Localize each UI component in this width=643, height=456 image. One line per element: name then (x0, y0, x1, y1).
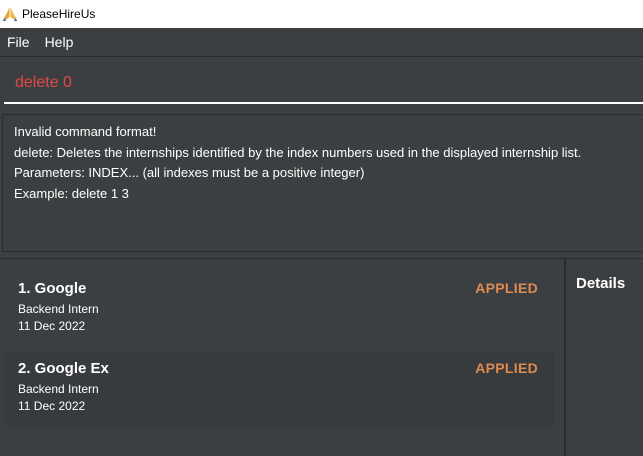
internship-list[interactable]: 1. Google APPLIED Backend Intern 11 Dec … (0, 259, 563, 456)
internship-date: 11 Dec 2022 (18, 319, 86, 333)
details-heading: Details (576, 275, 626, 292)
result-message: Invalid command format! delete: Deletes … (14, 124, 582, 201)
menu-file[interactable]: File (0, 34, 38, 50)
internship-role: Backend Intern (18, 382, 99, 396)
result-display: Invalid command format! delete: Deletes … (2, 114, 643, 252)
command-box (0, 58, 643, 110)
title-bar: PleaseHireUs (0, 0, 643, 28)
window-title: PleaseHireUs (22, 7, 96, 21)
internship-card[interactable]: 1. Google APPLIED Backend Intern 11 Dec … (5, 271, 554, 347)
menu-bar: File Help (0, 28, 643, 57)
internship-title: 2. Google Ex (18, 360, 109, 377)
status-badge: APPLIED (475, 280, 538, 296)
internship-title: 1. Google (18, 280, 87, 297)
internship-card[interactable]: 2. Google Ex APPLIED Backend Intern 11 D… (5, 351, 554, 427)
internship-role: Backend Intern (18, 302, 99, 316)
menu-help[interactable]: Help (38, 34, 82, 50)
command-input[interactable] (4, 64, 643, 104)
praying-hands-icon (3, 7, 17, 21)
internship-date: 11 Dec 2022 (18, 399, 86, 413)
main-panel: 1. Google APPLIED Backend Intern 11 Dec … (0, 258, 643, 456)
details-panel: Details (566, 259, 643, 456)
status-badge: APPLIED (475, 360, 538, 376)
